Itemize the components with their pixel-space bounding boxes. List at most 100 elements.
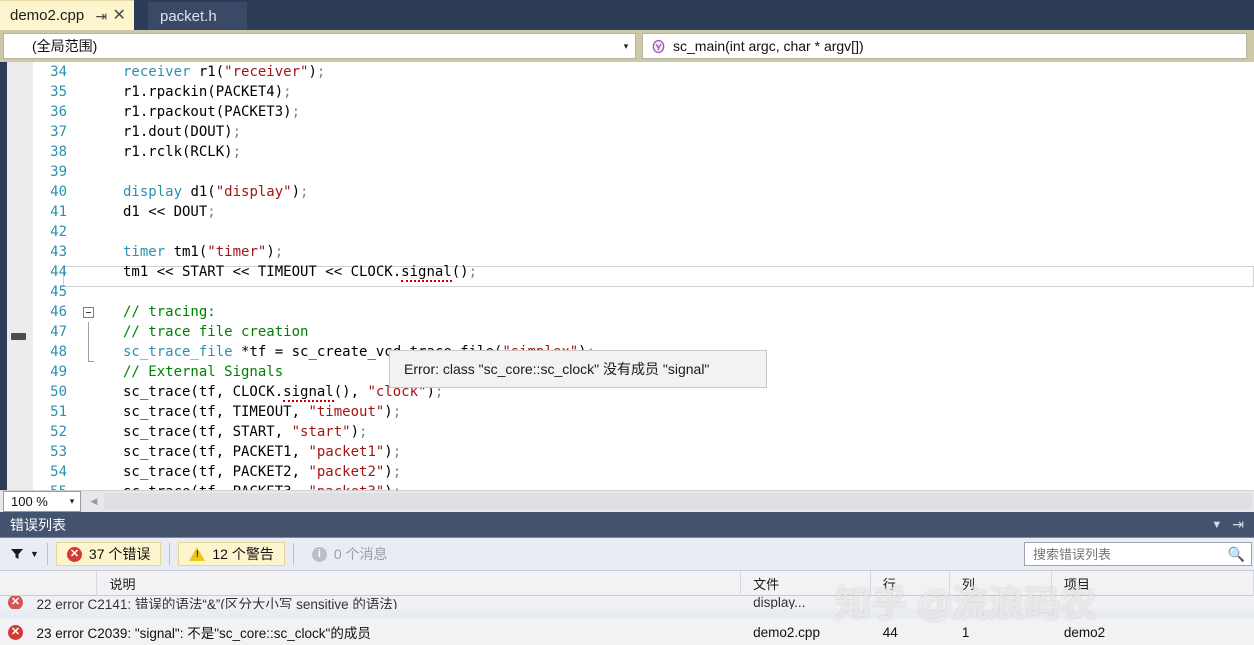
- line-number: 50: [50, 384, 67, 400]
- row-line: [871, 596, 950, 609]
- pin-icon[interactable]: ⇥: [1232, 516, 1244, 533]
- column-header-label: 文件: [753, 577, 780, 592]
- code-text: r1.rclk(RCLK);: [123, 142, 241, 162]
- code-token: r1(: [198, 64, 225, 80]
- code-text: d1 << DOUT;: [123, 202, 216, 222]
- info-icon: i: [311, 546, 327, 562]
- code-line[interactable]: 43 timer tm1("timer");: [33, 242, 1254, 262]
- column-header-icon[interactable]: [0, 571, 98, 596]
- line-number: 44: [50, 264, 67, 280]
- code-token: "receiver": [224, 64, 309, 80]
- code-line[interactable]: 53 sc_trace(tf, PACKET1, "packet1");: [33, 442, 1254, 462]
- code-line[interactable]: 36 r1.rpackout(PACKET3);: [33, 102, 1254, 122]
- code-token: sc_trace(tf, CLOCK.: [123, 384, 284, 400]
- code-token: r1.dout(DOUT): [123, 124, 233, 140]
- column-header[interactable]: 说明: [97, 571, 742, 596]
- code-line[interactable]: 47 // trace file creation: [33, 322, 1254, 342]
- row-description: 22 error C2141: 错误的语法“&”(区分大小写 sensitive…: [36, 596, 398, 610]
- chevron-down-icon[interactable]: ▾: [64, 496, 80, 507]
- fold-region-line: [88, 342, 94, 362]
- column-header-label: 说明: [109, 577, 136, 592]
- chevron-down-icon[interactable]: ▾: [617, 41, 635, 52]
- column-header[interactable]: 行: [871, 571, 950, 596]
- editor-tab-strip: packet.h demo2.cpp ⇥ ✕: [0, 0, 1254, 30]
- filter-icon[interactable]: ▼: [10, 547, 39, 561]
- code-line[interactable]: 52 sc_trace(tf, START, "start");: [33, 422, 1254, 442]
- code-token: "timer": [207, 244, 267, 260]
- code-line[interactable]: 40 display d1("display");: [33, 182, 1254, 202]
- messages-filter-chip[interactable]: i 0 个消息: [302, 542, 398, 566]
- line-number: 39: [50, 164, 67, 180]
- code-line[interactable]: 41 d1 << DOUT;: [33, 202, 1254, 222]
- code-line[interactable]: 39: [33, 162, 1254, 182]
- code-line[interactable]: 44 tm1 << START << TIMEOUT << CLOCK.signa…: [33, 262, 1254, 282]
- code-line[interactable]: 54 sc_trace(tf, PACKET2, "packet2");: [33, 462, 1254, 482]
- close-icon[interactable]: ✕: [110, 5, 128, 27]
- code-line[interactable]: 51 sc_trace(tf, TIMEOUT, "timeout");: [33, 402, 1254, 422]
- code-token: ;: [392, 464, 402, 480]
- search-input[interactable]: [1033, 546, 1228, 562]
- line-number: 46: [50, 304, 67, 320]
- errors-filter-chip[interactable]: ✕ 37 个错误: [55, 542, 162, 566]
- column-header[interactable]: 项目: [1052, 571, 1254, 596]
- zoom-level-value: 100 %: [11, 494, 48, 509]
- code-line[interactable]: 38 r1.rclk(RCLK);: [33, 142, 1254, 162]
- code-text: sc_trace(tf, PACKET3, "packet3");: [123, 482, 401, 490]
- zoom-level-dropdown[interactable]: 100 % ▾: [3, 491, 81, 512]
- messages-count-label: 0 个消息: [333, 546, 388, 562]
- line-number: 53: [50, 444, 67, 460]
- code-token: "timeout": [308, 404, 385, 420]
- column-header[interactable]: 列: [950, 571, 1052, 596]
- table-row[interactable]: ✕ 23 error C2039: "signal": 不是"sc_core::s…: [0, 619, 1254, 645]
- code-text: tm1 << START << TIMEOUT << CLOCK.signal(…: [123, 262, 477, 282]
- chevron-down-icon[interactable]: ▼: [1211, 519, 1222, 531]
- code-text-area[interactable]: 34 receiver r1("receiver"); 35 r1.rpackin(P…: [33, 62, 1254, 490]
- pin-icon[interactable]: ⇥: [92, 5, 110, 27]
- code-token: "packet2": [308, 464, 385, 480]
- tab-packet-h[interactable]: packet.h: [148, 2, 247, 30]
- code-line[interactable]: 37 r1.dout(DOUT);: [33, 122, 1254, 142]
- code-line[interactable]: 55 sc_trace(tf, PACKET3, "packet3");: [33, 482, 1254, 490]
- line-number: 38: [50, 144, 67, 160]
- code-token: d1(: [190, 184, 216, 200]
- warnings-filter-chip[interactable]: 12 个警告: [178, 542, 285, 566]
- code-token: (): [451, 264, 469, 280]
- code-token: // trace file creation: [123, 324, 309, 340]
- scope-dropdown[interactable]: (全局范围) ▾: [3, 33, 636, 59]
- breakpoint-gutter[interactable]: [7, 62, 33, 490]
- code-token: // tracing:: [123, 304, 216, 320]
- tab-demo2-cpp[interactable]: demo2.cpp ⇥ ✕: [0, 0, 135, 30]
- code-token: sc_trace(tf, START,: [123, 424, 292, 440]
- fold-toggle-icon[interactable]: [78, 302, 98, 322]
- code-editor[interactable]: 34 receiver r1("receiver"); 35 r1.rpackin(P…: [0, 62, 1254, 490]
- code-line[interactable]: 46 // tracing:: [33, 302, 1254, 322]
- code-line[interactable]: 35 r1.rpackin(PACKET4);: [33, 82, 1254, 102]
- horizontal-scrollbar[interactable]: [104, 493, 1252, 510]
- code-line[interactable]: 34 receiver r1("receiver");: [33, 62, 1254, 82]
- toolbar-divider: [169, 543, 171, 565]
- code-token: r1.rpackout(PACKET3): [123, 104, 292, 120]
- error-icon: ✕: [66, 546, 82, 562]
- row-project: [1052, 596, 1254, 609]
- code-token: ;: [392, 404, 402, 420]
- code-line[interactable]: 45: [33, 282, 1254, 302]
- code-token: ;: [207, 204, 216, 220]
- code-token: ;: [359, 424, 368, 440]
- line-number: 41: [50, 204, 67, 220]
- code-token: ;: [392, 444, 402, 460]
- scroll-left-button[interactable]: ◀: [86, 493, 102, 510]
- code-text: sc_trace(tf, START, "start");: [123, 422, 367, 442]
- member-dropdown[interactable]: sc_main(int argc, char * argv[]): [642, 33, 1247, 59]
- search-icon[interactable]: 🔍: [1228, 546, 1245, 563]
- column-header[interactable]: 文件: [741, 571, 871, 596]
- line-number: 37: [50, 124, 67, 140]
- code-text: sc_trace(tf, TIMEOUT, "timeout");: [123, 402, 401, 422]
- chevron-down-icon[interactable]: ▼: [30, 549, 39, 559]
- table-row-partial[interactable]: ✕ 22 error C2141: 错误的语法“&”(区分大小写 sensitiv…: [0, 596, 1254, 609]
- search-error-list-box[interactable]: 🔍: [1024, 542, 1252, 566]
- toolbar-divider: [46, 543, 48, 565]
- errors-count-label: 37 个错误: [88, 546, 151, 562]
- warnings-count-label: 12 个警告: [212, 546, 274, 562]
- error-squiggle-token: signal: [283, 384, 334, 402]
- code-line[interactable]: 42: [33, 222, 1254, 242]
